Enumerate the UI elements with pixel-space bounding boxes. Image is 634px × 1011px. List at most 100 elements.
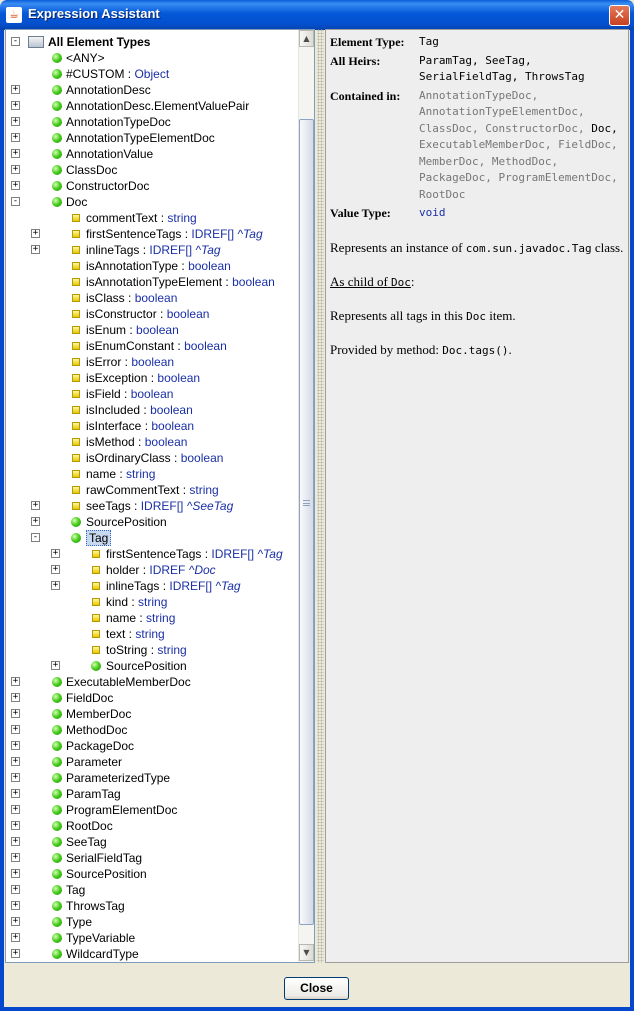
tree-row-name: isException — [86, 371, 148, 385]
split-pane-divider[interactable] — [317, 29, 324, 963]
expand-icon[interactable]: + — [31, 517, 40, 526]
element-icon — [71, 533, 81, 543]
tree-row-name: isAnnotationTypeElement — [86, 275, 223, 289]
collapse-icon[interactable]: - — [11, 37, 20, 46]
window-close-button[interactable]: ✕ — [609, 5, 630, 26]
tree-row-label: isConstructor : boolean — [86, 306, 209, 322]
expand-icon[interactable]: + — [11, 789, 20, 798]
type-separator: : — [134, 435, 145, 449]
tree-row-name: firstSentenceTags — [106, 547, 202, 561]
type-separator: : — [181, 227, 192, 241]
type-separator: : — [174, 339, 185, 353]
tree-row-type: IDREF[] — [140, 499, 184, 513]
tree-row-name: MethodDoc — [66, 723, 128, 737]
tree-row-name: isEnum — [86, 323, 127, 337]
expand-icon[interactable]: + — [11, 757, 20, 766]
expand-icon[interactable]: + — [11, 149, 20, 158]
expand-icon[interactable]: + — [11, 917, 20, 926]
element-icon — [52, 69, 62, 79]
expand-icon[interactable]: + — [11, 821, 20, 830]
attribute-icon — [72, 294, 80, 302]
tree-vertical-scrollbar[interactable]: ▲ ▼ — [298, 30, 314, 962]
tree-row-name: Doc — [66, 195, 88, 209]
expand-icon[interactable]: + — [11, 677, 20, 686]
expand-icon[interactable]: + — [11, 805, 20, 814]
tree-row-label: ProgramElementDoc — [66, 802, 177, 818]
expand-icon[interactable]: + — [51, 565, 60, 574]
type-separator: : — [120, 387, 131, 401]
scroll-up-arrow-icon[interactable]: ▲ — [299, 30, 314, 47]
tree-row-name: isConstructor — [86, 307, 157, 321]
expand-icon[interactable]: + — [11, 181, 20, 190]
type-separator: : — [128, 595, 139, 609]
tree-row-type: IDREF[] — [191, 227, 235, 241]
tree-row-name: isClass — [86, 291, 125, 305]
expand-icon[interactable]: + — [11, 725, 20, 734]
element-icon — [52, 757, 62, 767]
tree-row-name: ProgramElementDoc — [66, 803, 178, 817]
tree-row-type: boolean — [134, 291, 178, 305]
provided-by-text: Provided by method: — [330, 341, 440, 357]
tree-row-type: boolean — [130, 387, 174, 401]
expand-icon[interactable]: + — [31, 245, 40, 254]
tree-row-type: string — [189, 483, 219, 497]
expand-icon[interactable]: + — [11, 693, 20, 702]
type-separator: : — [116, 467, 127, 481]
element-icon — [52, 741, 62, 751]
tree-row-type: boolean — [184, 339, 227, 353]
element-icon — [52, 181, 62, 191]
expand-icon[interactable]: + — [11, 949, 20, 958]
element-info-table: Element Type: Tag All Heirs: ParamTag, S… — [330, 34, 624, 224]
tree-row-label: Type — [66, 914, 92, 930]
expand-icon[interactable]: + — [11, 773, 20, 782]
tree-row-label: PackageDoc — [66, 738, 134, 754]
title-bar[interactable]: ☕ Expression Assistant ✕ — [0, 0, 634, 30]
tree-row-label: ExecutableMemberDoc — [66, 674, 191, 690]
type-separator: : — [125, 627, 136, 641]
tree-row-name: Type — [66, 915, 93, 929]
tree-row-label: toString : string — [106, 642, 187, 658]
expand-icon[interactable]: + — [11, 133, 20, 142]
tree-row-label: isOrdinaryClass : boolean — [86, 450, 223, 466]
expand-icon[interactable]: + — [31, 501, 40, 510]
expand-icon[interactable]: + — [11, 85, 20, 94]
element-types-tree[interactable]: - All Element Types <ANY> #CUSTOM : Objec… — [5, 29, 315, 963]
tree-row-name: commentText — [86, 211, 158, 225]
scroll-thumb[interactable] — [299, 119, 314, 925]
tree-row-name: SeeTag — [66, 835, 107, 849]
as-child-of-link[interactable]: As child of Doc — [330, 274, 411, 289]
type-separator: : — [139, 563, 150, 577]
tree-row-name: isEnumConstant — [86, 339, 175, 353]
expand-icon[interactable]: + — [31, 229, 40, 238]
expand-icon[interactable]: + — [11, 885, 20, 894]
expand-icon[interactable]: + — [11, 709, 20, 718]
contained-in-item: RootDoc — [419, 187, 466, 201]
tree-row-label: isEnum : boolean — [86, 322, 179, 338]
expand-icon[interactable]: + — [11, 837, 20, 846]
expand-icon[interactable]: + — [11, 853, 20, 862]
expand-icon[interactable]: + — [51, 661, 60, 670]
tree-row-type: boolean — [150, 403, 193, 417]
collapse-icon[interactable]: - — [11, 197, 20, 206]
expand-icon[interactable]: + — [51, 549, 60, 558]
child-description-text: Represents all tags in this — [330, 307, 463, 323]
expand-icon[interactable]: + — [11, 869, 20, 878]
expand-icon[interactable]: + — [11, 741, 20, 750]
expand-icon[interactable]: + — [11, 165, 20, 174]
tree-row-label: isField : boolean — [86, 386, 173, 402]
close-button[interactable]: Close — [284, 977, 349, 1000]
as-child-of-heading: As child of Doc: — [330, 272, 624, 292]
scroll-down-arrow-icon[interactable]: ▼ — [299, 944, 314, 961]
expand-icon[interactable]: + — [11, 101, 20, 110]
element-icon — [52, 917, 62, 927]
tree-row-type: string — [157, 643, 187, 657]
element-icon — [52, 869, 62, 879]
collapse-icon[interactable]: - — [31, 533, 40, 542]
expand-icon[interactable]: + — [11, 933, 20, 942]
expand-icon[interactable]: + — [51, 581, 60, 590]
element-icon — [52, 821, 62, 831]
child-description-code: Doc — [466, 309, 486, 323]
expand-icon[interactable]: + — [11, 117, 20, 126]
expand-icon[interactable]: + — [11, 901, 20, 910]
element-icon — [52, 949, 62, 959]
